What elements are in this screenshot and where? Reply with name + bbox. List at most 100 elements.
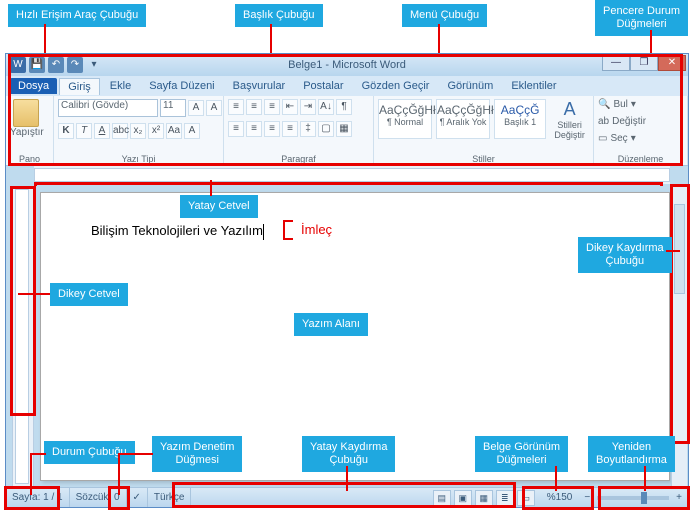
zoom-slider-handle[interactable]	[641, 492, 647, 504]
find-label: Bul	[613, 99, 627, 110]
decrease-indent-icon[interactable]: ⇤	[282, 99, 298, 115]
zoom-slider[interactable]	[597, 496, 669, 500]
maximize-button[interactable]: ❐	[630, 55, 658, 71]
find-icon: 🔍	[598, 99, 610, 110]
ruler-track	[15, 189, 29, 484]
text-cursor	[263, 224, 264, 240]
borders-icon[interactable]: ▦	[336, 121, 352, 137]
superscript-icon[interactable]: x²	[148, 123, 164, 139]
strike-icon[interactable]: abc	[112, 123, 128, 139]
style-nospacing[interactable]: AaÇçĞğHł ¶ Aralık Yok	[436, 99, 490, 139]
zoom-out-icon[interactable]: −	[584, 492, 590, 503]
connector	[210, 180, 212, 196]
qat-dropdown-icon[interactable]: ▾	[86, 57, 102, 73]
bullets-icon[interactable]: ≡	[228, 99, 244, 115]
tab-mailings[interactable]: Postalar	[295, 78, 351, 94]
horizontal-ruler[interactable]	[34, 166, 670, 184]
view-outline-icon[interactable]: ≣	[496, 490, 514, 506]
align-left-icon[interactable]: ≡	[228, 121, 244, 137]
tab-review[interactable]: Gözden Geçir	[354, 78, 438, 94]
tab-layout[interactable]: Sayfa Düzeni	[141, 78, 222, 94]
vertical-ruler[interactable]	[12, 186, 34, 487]
titlebar: W 💾 ↶ ↷ ▾ Belge1 - Microsoft Word — ❐ ✕	[6, 54, 688, 76]
view-web-icon[interactable]: ▦	[475, 490, 493, 506]
increase-indent-icon[interactable]: ⇥	[300, 99, 316, 115]
status-language[interactable]: Türkçe	[148, 488, 192, 507]
replace-button[interactable]: ab Değiştir	[598, 116, 646, 127]
select-icon: ▭	[598, 133, 607, 144]
style-preview: AaÇçĞ	[495, 103, 545, 117]
replace-label: Değiştir	[612, 116, 646, 127]
grow-font-icon[interactable]: A	[188, 100, 204, 116]
close-button[interactable]: ✕	[658, 55, 686, 71]
tab-view[interactable]: Görünüm	[439, 78, 501, 94]
line-spacing-icon[interactable]: ‡	[300, 121, 316, 137]
minimize-button[interactable]: —	[602, 55, 630, 71]
connector	[118, 453, 153, 455]
align-center-icon[interactable]: ≡	[246, 121, 262, 137]
align-right-icon[interactable]: ≡	[264, 121, 280, 137]
scrollbar-thumb[interactable]	[674, 204, 685, 294]
multilevel-icon[interactable]: ≡	[264, 99, 280, 115]
paste-label: Yapıştır	[10, 127, 42, 138]
redo-icon[interactable]: ↷	[67, 57, 83, 73]
status-page[interactable]: Sayfa: 1 / 1	[6, 488, 70, 507]
sort-icon[interactable]: A↓	[318, 99, 334, 115]
callout-zoom: Yeniden Boyutlandırma	[588, 436, 675, 472]
tab-insert[interactable]: Ekle	[102, 78, 139, 94]
font-color-icon[interactable]: A	[184, 123, 200, 139]
status-spellcheck[interactable]: ✓	[127, 488, 148, 507]
change-styles-button[interactable]: A Stilleri Değiştir	[550, 99, 589, 140]
tab-references[interactable]: Başvurular	[225, 78, 294, 94]
show-marks-icon[interactable]: ¶	[336, 99, 352, 115]
connector	[346, 466, 348, 491]
highlight-icon[interactable]: Aa	[166, 123, 182, 139]
group-font: Calibri (Gövde) 11 A A K T A abc x₂ x² A…	[54, 96, 224, 165]
style-name: ¶ Normal	[379, 117, 431, 127]
quick-access-toolbar: W 💾 ↶ ↷ ▾	[6, 57, 102, 73]
style-heading1[interactable]: AaÇçĞ Başlık 1	[494, 99, 546, 139]
underline-icon[interactable]: A	[94, 123, 110, 139]
shading-icon[interactable]: ▢	[318, 121, 334, 137]
callout-docarea: Yazım Alanı	[294, 313, 368, 336]
change-styles-label: Stilleri Değiştir	[550, 120, 589, 140]
find-button[interactable]: 🔍 Bul ▾	[598, 99, 636, 110]
paste-button[interactable]: Yapıştır	[10, 99, 42, 138]
font-size-combo[interactable]: 11	[160, 99, 186, 117]
select-button[interactable]: ▭ Seç ▾	[598, 133, 636, 144]
font-name-combo[interactable]: Calibri (Gövde)	[58, 99, 158, 117]
change-styles-icon: A	[550, 99, 589, 120]
view-fullscreen-icon[interactable]: ▣	[454, 490, 472, 506]
spellcheck-icon: ✓	[133, 492, 141, 503]
save-icon[interactable]: 💾	[29, 57, 45, 73]
style-normal[interactable]: AaÇçĞğHł ¶ Normal	[378, 99, 432, 139]
view-buttons: ▤ ▣ ▦ ≣ ▭	[427, 488, 541, 507]
select-label: Seç	[610, 133, 627, 144]
callout-vruler: Dikey Cetvel	[50, 283, 128, 306]
group-styles: AaÇçĞğHł ¶ Normal AaÇçĞğHł ¶ Aralık Yok …	[374, 96, 594, 165]
tab-file[interactable]: Dosya	[10, 78, 57, 94]
zoom-in-icon[interactable]: +	[676, 492, 682, 503]
callout-hscroll: Yatay Kaydırma Çubuğu	[302, 436, 395, 472]
justify-icon[interactable]: ≡	[282, 121, 298, 137]
bold-icon[interactable]: K	[58, 123, 74, 139]
shrink-font-icon[interactable]: A	[206, 100, 222, 116]
hruler-row	[6, 166, 688, 184]
connector	[555, 466, 557, 491]
subscript-icon[interactable]: x₂	[130, 123, 146, 139]
callout-vscroll: Dikey Kaydırma Çubuğu	[578, 237, 672, 273]
undo-icon[interactable]: ↶	[48, 57, 64, 73]
view-draft-icon[interactable]: ▭	[517, 490, 535, 506]
ruler-track	[34, 168, 670, 182]
status-zoom-pct[interactable]: %150	[541, 488, 579, 507]
dropdown-icon: ▾	[631, 99, 636, 110]
tab-addins[interactable]: Eklentiler	[503, 78, 564, 94]
connector	[30, 453, 46, 455]
tab-home[interactable]: Giriş	[59, 78, 100, 95]
numbering-icon[interactable]: ≡	[246, 99, 262, 115]
view-print-layout-icon[interactable]: ▤	[433, 490, 451, 506]
window-buttons: — ❐ ✕	[602, 55, 686, 71]
dropdown-icon: ▾	[631, 133, 636, 144]
connector	[18, 293, 50, 295]
italic-icon[interactable]: T	[76, 123, 92, 139]
